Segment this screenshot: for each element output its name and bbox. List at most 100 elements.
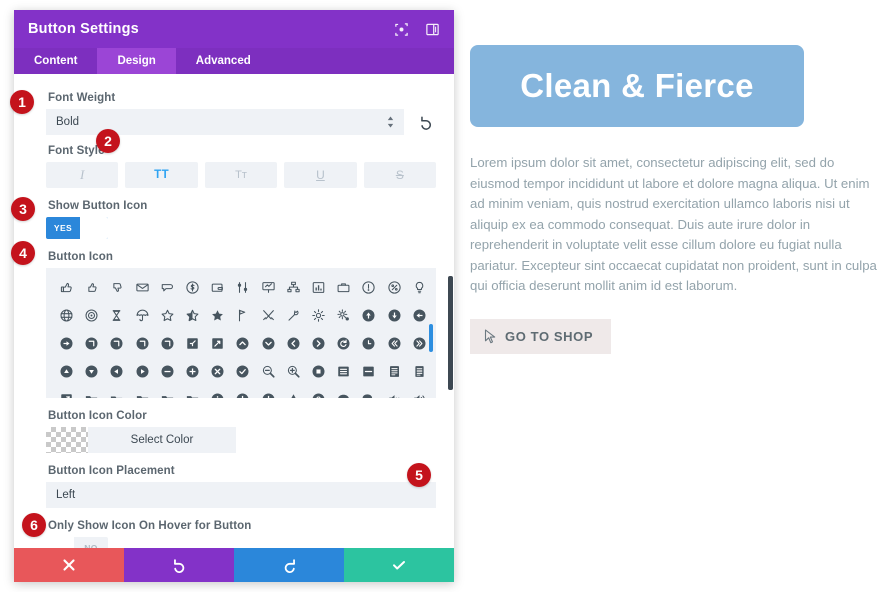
folder-download-icon[interactable] xyxy=(180,386,205,398)
lines-box-icon[interactable] xyxy=(382,358,407,384)
document-lines-icon[interactable] xyxy=(407,358,432,384)
tab-design[interactable]: Design xyxy=(97,48,176,74)
thumbs-up-outline-icon[interactable] xyxy=(54,274,79,300)
envelope-icon[interactable] xyxy=(130,274,155,300)
resize-icon[interactable] xyxy=(54,386,79,398)
italic-glyph: I xyxy=(80,167,85,182)
arrow-downright-circle-icon[interactable] xyxy=(130,330,155,356)
volume-on-icon[interactable] xyxy=(407,386,432,398)
select-color-button[interactable]: Select Color xyxy=(88,427,236,453)
tag-icon[interactable] xyxy=(155,274,180,300)
exclamation-circle-icon[interactable] xyxy=(356,274,381,300)
star-half-icon[interactable] xyxy=(180,302,205,328)
dollar-circle-icon[interactable] xyxy=(180,274,205,300)
thumbs-down-icon[interactable] xyxy=(104,274,129,300)
expand-view-icon[interactable] xyxy=(394,22,409,37)
arrow-upleft-circle-icon[interactable] xyxy=(79,330,104,356)
refresh-circle-icon[interactable] xyxy=(331,330,356,356)
close-circle-icon[interactable] xyxy=(205,358,230,384)
chevron-left-circle-icon[interactable] xyxy=(281,330,306,356)
only-show-icon-on-hover-state: NO xyxy=(84,543,98,548)
alert-circle-icon[interactable] xyxy=(256,386,281,398)
arrow-up-circle-icon[interactable] xyxy=(356,302,381,328)
color-swatch[interactable] xyxy=(46,427,88,453)
flag-icon[interactable] xyxy=(230,302,255,328)
arrow-upright-circle-icon[interactable] xyxy=(104,330,129,356)
wallet-icon[interactable] xyxy=(205,274,230,300)
tab-content[interactable]: Content xyxy=(14,48,97,74)
exclamation-mark-icon[interactable] xyxy=(230,386,255,398)
arrow-down-circle-icon[interactable] xyxy=(382,302,407,328)
redo-button[interactable] xyxy=(234,548,344,582)
undo-icon xyxy=(173,558,184,573)
font-style-uppercase-button[interactable]: TT xyxy=(125,162,198,188)
hourglass-icon[interactable] xyxy=(104,302,129,328)
gear-small-icon[interactable] xyxy=(331,302,356,328)
minus-box-icon[interactable] xyxy=(356,358,381,384)
cancel-button[interactable] xyxy=(14,548,124,582)
plus-circle-icon[interactable] xyxy=(180,358,205,384)
comments-icon[interactable] xyxy=(356,386,381,398)
umbrella-icon[interactable] xyxy=(130,302,155,328)
target-icon[interactable] xyxy=(79,302,104,328)
lightbulb-icon[interactable] xyxy=(407,274,432,300)
chevron-up-circle-icon[interactable] xyxy=(230,330,255,356)
wrench-icon[interactable] xyxy=(281,302,306,328)
stop-circle-icon[interactable] xyxy=(306,358,331,384)
only-show-icon-on-hover-toggle[interactable]: NO xyxy=(46,537,108,548)
save-button[interactable] xyxy=(344,548,454,582)
font-style-italic-button[interactable]: I xyxy=(46,162,119,188)
arrow-right-circle-icon[interactable] xyxy=(54,330,79,356)
volume-off-icon[interactable] xyxy=(382,386,407,398)
modal-scrollbar[interactable] xyxy=(448,276,453,390)
undo-button[interactable] xyxy=(124,548,234,582)
chevron-down-circle-icon[interactable] xyxy=(256,330,281,356)
caret-up-circle-icon[interactable] xyxy=(54,358,79,384)
folder-open-icon[interactable] xyxy=(104,386,129,398)
folder-add-icon[interactable] xyxy=(130,386,155,398)
globe-icon[interactable] xyxy=(54,302,79,328)
tab-advanced[interactable]: Advanced xyxy=(176,48,271,74)
caret-left-circle-icon[interactable] xyxy=(104,358,129,384)
star-outline-icon[interactable] xyxy=(155,302,180,328)
briefcase-icon[interactable] xyxy=(331,274,356,300)
info-circle-icon[interactable] xyxy=(205,386,230,398)
warning-triangle-icon[interactable] xyxy=(281,386,306,398)
folder-icon[interactable] xyxy=(79,386,104,398)
reset-font-weight-button[interactable] xyxy=(416,112,436,132)
list-box-icon[interactable] xyxy=(331,358,356,384)
sitemap-icon[interactable] xyxy=(281,274,306,300)
split-layout-icon[interactable] xyxy=(425,22,440,37)
font-style-smallcaps-button[interactable]: Tт xyxy=(204,162,278,188)
question-circle-icon[interactable]: ? xyxy=(306,386,331,398)
double-left-circle-icon[interactable] xyxy=(382,330,407,356)
icon-picker-scrollbar[interactable] xyxy=(429,324,433,352)
zoom-in-icon[interactable] xyxy=(281,358,306,384)
chevron-right-circle-icon[interactable] xyxy=(306,330,331,356)
chart-box-icon[interactable] xyxy=(306,274,331,300)
sliders-icon[interactable] xyxy=(230,274,255,300)
zoom-out-icon[interactable] xyxy=(256,358,281,384)
go-to-shop-button[interactable]: GO TO SHOP xyxy=(470,318,612,354)
show-button-icon-toggle[interactable]: YES xyxy=(46,217,108,239)
expand-icon[interactable] xyxy=(205,330,230,356)
folder-upload-icon[interactable] xyxy=(155,386,180,398)
clock-circle-icon[interactable] xyxy=(356,330,381,356)
arrow-downleft-circle-icon[interactable] xyxy=(155,330,180,356)
check-circle-icon[interactable] xyxy=(230,358,255,384)
presentation-icon[interactable] xyxy=(256,274,281,300)
percent-circle-icon[interactable] xyxy=(382,274,407,300)
caret-down-circle-icon[interactable] xyxy=(79,358,104,384)
font-style-strikethrough-button[interactable]: S xyxy=(363,162,437,188)
button-icon-placement-select[interactable]: Left xyxy=(46,482,436,508)
collapse-icon[interactable] xyxy=(180,330,205,356)
button-icon-picker[interactable]: ? xyxy=(46,268,436,398)
tools-icon[interactable] xyxy=(256,302,281,328)
minus-circle-icon[interactable] xyxy=(155,358,180,384)
caret-right-circle-icon[interactable] xyxy=(130,358,155,384)
font-style-underline-button[interactable]: U xyxy=(284,162,357,188)
thumbs-up-icon[interactable] xyxy=(79,274,104,300)
star-filled-icon[interactable] xyxy=(205,302,230,328)
gear-icon[interactable] xyxy=(306,302,331,328)
comment-icon[interactable] xyxy=(331,386,356,398)
